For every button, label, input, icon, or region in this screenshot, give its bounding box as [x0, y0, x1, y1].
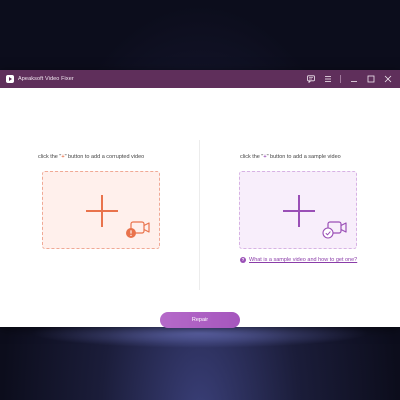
instruction-suffix: " button to add a sample video	[266, 154, 341, 160]
repair-button[interactable]: Repair	[160, 312, 240, 328]
corrupted-video-instruction: click the "+" button to add a corrupted …	[38, 154, 144, 160]
sample-video-icon	[322, 221, 347, 239]
plus-icon	[283, 195, 315, 227]
instruction-prefix: click the "	[38, 154, 62, 160]
menu-icon[interactable]	[322, 73, 334, 85]
app-logo-icon	[6, 75, 14, 83]
help-link-text: What is a sample video and how to get on…	[249, 257, 358, 263]
maximize-icon[interactable]	[365, 73, 377, 85]
titlebar-separator	[340, 75, 341, 83]
window-title: Apeaksoft Video Fixer	[18, 76, 74, 82]
title-bar: Apeaksoft Video Fixer	[0, 70, 400, 88]
corrupted-video-icon	[126, 221, 150, 238]
sample-video-instruction: click the "+" button to add a sample vid…	[240, 154, 341, 160]
add-sample-video-button[interactable]	[239, 171, 357, 249]
sample-video-help-link[interactable]: ? What is a sample video and how to get …	[240, 256, 365, 264]
panel-divider	[199, 140, 200, 290]
instruction-suffix: " button to add a corrupted video	[64, 154, 145, 160]
close-icon[interactable]	[382, 73, 394, 85]
main-content: click the "+" button to add a corrupted …	[0, 88, 400, 328]
feedback-icon[interactable]	[305, 73, 317, 85]
add-corrupted-video-button[interactable]	[42, 171, 160, 249]
plus-icon	[86, 195, 118, 227]
instruction-prefix: click the "	[240, 154, 264, 160]
app-window: Apeaksoft Video Fixer click the "+" butt…	[0, 70, 400, 328]
question-icon: ?	[240, 257, 246, 263]
minimize-icon[interactable]	[348, 73, 360, 85]
